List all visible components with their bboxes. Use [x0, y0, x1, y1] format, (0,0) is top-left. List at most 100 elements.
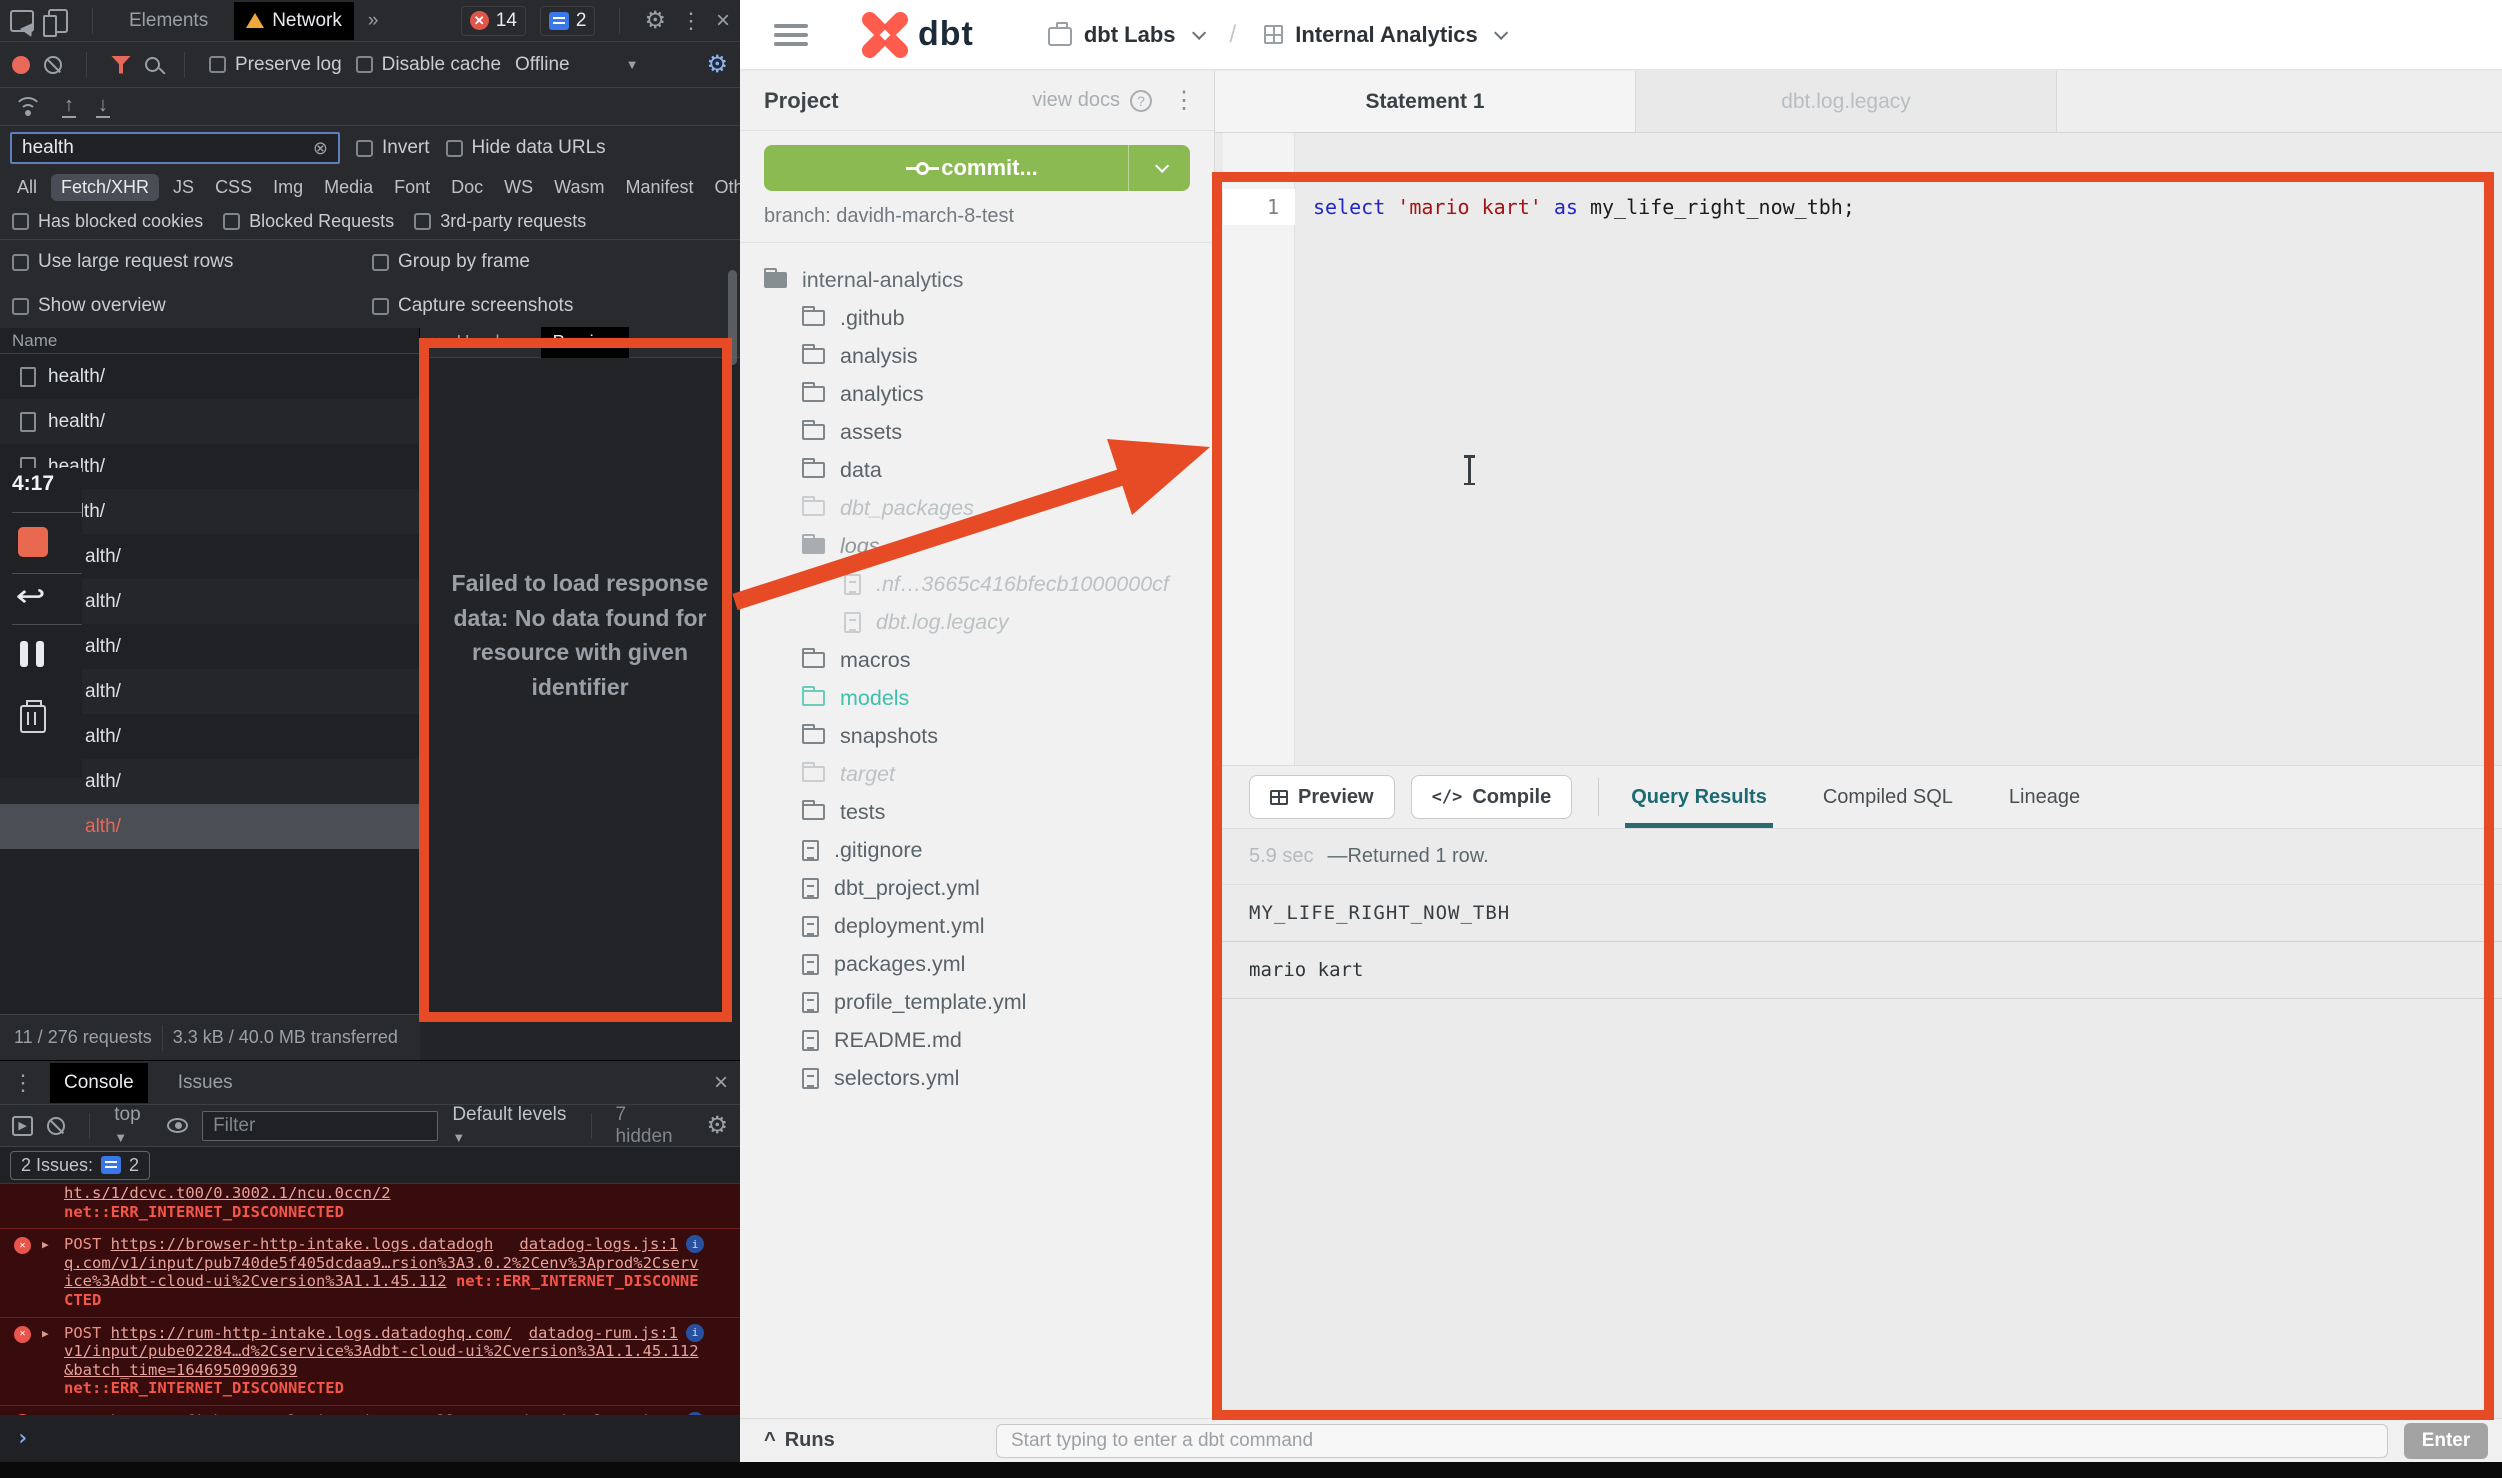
- console-error[interactable]: ✕▶ i datadog-logs.js:1 POST https://brow…: [0, 1229, 740, 1317]
- issue-count-badge[interactable]: 2: [540, 6, 596, 36]
- tab-console[interactable]: Console: [50, 1063, 148, 1103]
- account-select[interactable]: dbt Labs: [1084, 22, 1176, 48]
- tree-item[interactable]: dbt_packages: [740, 489, 1214, 527]
- tree-item[interactable]: logs: [740, 527, 1214, 565]
- tree-item[interactable]: data: [740, 451, 1214, 489]
- console-error[interactable]: ✕▶ i datadog-logs.js:1 POST https://fish…: [0, 1406, 740, 1415]
- tab-network[interactable]: Network: [234, 2, 354, 40]
- issues-chip[interactable]: 2 Issues: 2: [10, 1151, 150, 1180]
- stop-recording-button[interactable]: [18, 527, 48, 557]
- tree-item[interactable]: packages.yml: [740, 945, 1214, 983]
- close-drawer-icon[interactable]: ×: [714, 1069, 728, 1097]
- issue-info-icon[interactable]: i: [686, 1324, 704, 1342]
- chevron-down-icon[interactable]: [1494, 25, 1508, 39]
- console-settings-gear-icon[interactable]: ⚙: [707, 1114, 729, 1138]
- network-settings-gear-icon[interactable]: ⚙: [706, 53, 728, 77]
- compile-button[interactable]: </>Compile: [1411, 775, 1573, 819]
- filter-chip[interactable]: Wasm: [547, 175, 611, 200]
- console-scrollbar[interactable]: [728, 270, 737, 365]
- filter-chip[interactable]: Manifest: [619, 175, 701, 200]
- chevron-down-icon[interactable]: [1192, 25, 1206, 39]
- tree-item[interactable]: tests: [740, 793, 1214, 831]
- throttling-caret-icon[interactable]: ▼: [626, 57, 639, 72]
- console-error[interactable]: ✕▶ i datadog-rum.js:1 POST https://rum-h…: [0, 1318, 740, 1406]
- import-har-icon[interactable]: ↑: [62, 95, 76, 118]
- tree-item[interactable]: internal-analytics: [740, 261, 1214, 299]
- disable-cache-checkbox[interactable]: Disable cache: [356, 54, 501, 76]
- tree-item[interactable]: selectors.yml: [740, 1059, 1214, 1097]
- has-blocked-cookies-checkbox[interactable]: Has blocked cookies: [12, 211, 203, 232]
- record-icon[interactable]: [12, 56, 30, 74]
- clear-console-icon[interactable]: [47, 1117, 65, 1135]
- tree-item[interactable]: .github: [740, 299, 1214, 337]
- expand-caret-icon[interactable]: ▶: [42, 1238, 49, 1251]
- tab-preview[interactable]: Preview: [541, 327, 629, 358]
- console-prompt[interactable]: ›: [0, 1415, 740, 1461]
- network-conditions-icon[interactable]: [14, 97, 42, 117]
- error-source-link[interactable]: datadog-rum.js:1: [529, 1324, 678, 1343]
- sql-editor[interactable]: 1 select 'mario kart' as my_life_right_n…: [1215, 133, 2502, 765]
- error-url-link[interactable]: ht.s/1/dcvc.t00/0.3002.1/ncu.0ccn/2: [64, 1184, 391, 1202]
- issue-info-icon[interactable]: i: [686, 1235, 704, 1253]
- show-overview-checkbox[interactable]: Show overview: [12, 295, 372, 317]
- pause-recording-icon[interactable]: [20, 641, 44, 667]
- error-source-link[interactable]: datadog-logs.js:1: [519, 1412, 678, 1415]
- preview-button[interactable]: Preview: [1249, 775, 1395, 819]
- project-select[interactable]: Internal Analytics: [1295, 22, 1478, 48]
- restart-recording-icon[interactable]: ↩: [15, 582, 45, 612]
- third-party-requests-checkbox[interactable]: 3rd-party requests: [414, 211, 586, 232]
- tab-query-results[interactable]: Query Results: [1625, 766, 1773, 828]
- network-filter-input[interactable]: health⊗: [10, 132, 340, 164]
- inspect-element-icon[interactable]: [10, 10, 34, 32]
- tab-compiled-sql[interactable]: Compiled SQL: [1817, 766, 1959, 828]
- live-expression-icon[interactable]: [167, 1118, 188, 1133]
- tab-statement-1[interactable]: Statement 1: [1215, 71, 1636, 132]
- tab-dbt-log-legacy[interactable]: dbt.log.legacy: [1636, 71, 2057, 132]
- dbt-logo[interactable]: dbt: [862, 12, 974, 58]
- group-by-frame-checkbox[interactable]: Group by frame: [372, 251, 530, 273]
- tree-item[interactable]: analytics: [740, 375, 1214, 413]
- tab-issues[interactable]: Issues: [164, 1063, 247, 1103]
- tree-item[interactable]: assets: [740, 413, 1214, 451]
- throttling-select[interactable]: Offline: [515, 54, 570, 76]
- tree-item[interactable]: dbt_project.yml: [740, 869, 1214, 907]
- error-source-link[interactable]: datadog-logs.js:1: [519, 1235, 678, 1254]
- console-filter-input[interactable]: Filter: [202, 1111, 438, 1141]
- drawer-menu-icon[interactable]: ⋮: [12, 1070, 34, 1096]
- use-large-rows-checkbox[interactable]: Use large request rows: [12, 251, 372, 273]
- tree-item[interactable]: .nf…3665c416bfecb1000000cf: [740, 565, 1214, 603]
- filter-chip[interactable]: Img: [266, 175, 310, 200]
- tab-lineage[interactable]: Lineage: [2003, 766, 2086, 828]
- network-request-row[interactable]: health/: [0, 354, 420, 399]
- tree-item[interactable]: snapshots: [740, 717, 1214, 755]
- tree-item[interactable]: profile_template.yml: [740, 983, 1214, 1021]
- error-count-badge[interactable]: ✕14: [461, 6, 526, 36]
- filter-chip[interactable]: CSS: [208, 175, 259, 200]
- enter-button[interactable]: Enter: [2404, 1423, 2488, 1459]
- tree-item[interactable]: analysis: [740, 337, 1214, 375]
- tree-item[interactable]: dbt.log.legacy: [740, 603, 1214, 641]
- clear-network-icon[interactable]: [44, 56, 62, 74]
- sidebar-kebab-icon[interactable]: ⋮: [1172, 86, 1196, 115]
- issue-info-icon[interactable]: i: [686, 1412, 704, 1415]
- filter-chip-active[interactable]: Fetch/XHR: [51, 174, 159, 201]
- tab-elements[interactable]: Elements: [117, 2, 220, 40]
- filter-chip[interactable]: Font: [387, 175, 437, 200]
- runs-toggle[interactable]: ^Runs: [764, 1429, 996, 1452]
- context-select[interactable]: top ▼: [114, 1104, 153, 1148]
- tree-item-models[interactable]: models: [740, 679, 1214, 717]
- expand-caret-icon[interactable]: ▶: [42, 1327, 49, 1340]
- capture-screenshots-checkbox[interactable]: Capture screenshots: [372, 295, 573, 317]
- commit-button[interactable]: commit...: [764, 145, 1190, 191]
- network-request-row[interactable]: health/: [0, 399, 420, 444]
- filter-chip[interactable]: JS: [166, 175, 201, 200]
- settings-gear-icon[interactable]: ⚙: [644, 9, 666, 33]
- filter-chip[interactable]: All: [10, 175, 44, 200]
- help-icon[interactable]: ?: [1130, 90, 1152, 112]
- invert-checkbox[interactable]: Invert: [356, 137, 430, 159]
- export-har-icon[interactable]: ↓: [96, 95, 110, 118]
- filter-funnel-icon[interactable]: [111, 56, 131, 74]
- filter-chip[interactable]: WS: [497, 175, 540, 200]
- error-url-link[interactable]: https://fishtownanalytics.sinter-collect…: [64, 1412, 503, 1415]
- more-pane-tabs-icon[interactable]: »: [645, 332, 655, 353]
